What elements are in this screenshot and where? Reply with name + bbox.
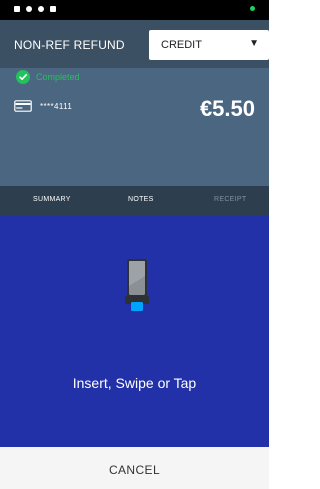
- tab-receipt[interactable]: RECEIPT: [214, 196, 246, 203]
- transaction-summary-panel: Completed ****4111 €5.50: [0, 68, 269, 186]
- notification-icon: [14, 6, 20, 12]
- app-frame: NON-REF REFUND CREDIT ▼ Completed ****41…: [0, 0, 269, 489]
- notification-icon: [26, 6, 32, 12]
- card-info: ****4111: [14, 100, 72, 112]
- credit-card-icon: [14, 100, 32, 112]
- app-header: NON-REF REFUND CREDIT ▼: [0, 20, 269, 68]
- status-bar: [0, 0, 269, 20]
- transaction-status: Completed: [16, 70, 80, 84]
- payment-prompt: Insert, Swipe or Tap: [72, 375, 197, 391]
- notification-icon: [38, 6, 44, 12]
- payment-type-select[interactable]: CREDIT ▼: [149, 30, 269, 60]
- status-bar-left-icons: [14, 6, 56, 12]
- card-reader-icon: [122, 258, 152, 312]
- tab-notes[interactable]: NOTES: [128, 196, 154, 203]
- payment-instructions-area: Insert, Swipe or Tap: [0, 216, 269, 447]
- details-tabs: SUMMARY NOTES RECEIPT: [0, 186, 269, 216]
- cancel-button[interactable]: CANCEL: [0, 463, 269, 477]
- transaction-amount: €5.50: [199, 96, 255, 121]
- card-number-masked: ****4111: [40, 101, 73, 111]
- connectivity-dot-icon: [250, 6, 255, 11]
- footer-bar: CANCEL: [0, 447, 269, 489]
- payment-type-select-value: CREDIT: [161, 39, 202, 51]
- page-title: NON-REF REFUND: [14, 38, 125, 52]
- tab-summary[interactable]: SUMMARY: [33, 196, 71, 203]
- chevron-down-icon: ▼: [249, 38, 259, 49]
- status-label: Completed: [36, 72, 80, 82]
- status-bar-right-icons: [250, 6, 255, 11]
- notification-icon: [50, 6, 56, 12]
- check-circle-icon: [16, 70, 30, 84]
